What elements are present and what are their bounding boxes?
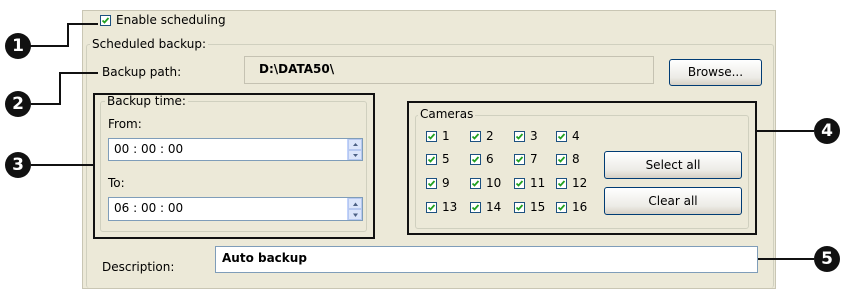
callout-1: 1 — [5, 33, 31, 59]
callout-2: 2 — [5, 91, 31, 117]
callout-4: 4 — [814, 118, 840, 144]
callout-3: 3 — [5, 152, 31, 178]
callout-leaders — [30, 23, 814, 260]
callout-5: 5 — [814, 246, 840, 272]
